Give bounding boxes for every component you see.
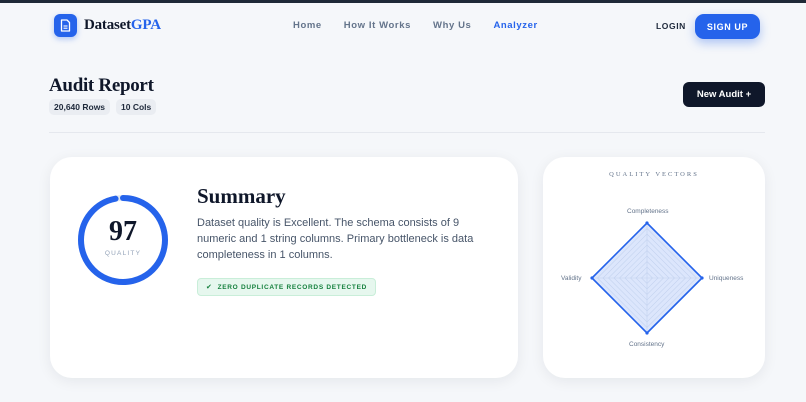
nav-link-how-it-works[interactable]: How It Works: [344, 20, 411, 31]
top-nav: DatasetGPA Home How It Works Why Us Anal…: [0, 3, 806, 49]
radar-point-3: [590, 276, 594, 280]
cols-chip: 10 Cols: [116, 99, 157, 115]
nav-links: Home How It Works Why Us Analyzer: [293, 20, 560, 31]
quality-label: QUALITY: [104, 250, 142, 257]
brand-name: DatasetGPA: [84, 17, 161, 34]
axis-label-uniqueness: Uniqueness: [709, 275, 744, 282]
brand[interactable]: DatasetGPA: [54, 14, 161, 37]
signup-button[interactable]: SIGN UP: [695, 14, 760, 39]
document-icon: [54, 14, 77, 37]
radar-value-area: [591, 222, 703, 334]
dataset-stats: 20,640 Rows 10 Cols: [49, 99, 162, 115]
check-icon: ✔: [206, 284, 213, 291]
login-link[interactable]: LOGIN: [656, 21, 686, 31]
axis-label-completeness: Completeness: [627, 208, 669, 215]
quality-score: 97: [109, 216, 137, 247]
axis-label-consistency: Consistency: [629, 341, 665, 348]
page-title: Audit Report: [49, 75, 154, 96]
radar-point-2: [645, 331, 649, 335]
nav-link-home[interactable]: Home: [293, 20, 322, 31]
quality-vectors-card: QUALITY VECTORS Completeness Uniqueness …: [543, 157, 765, 378]
radar-point-1: [700, 276, 704, 280]
brand-accent: GPA: [130, 17, 161, 33]
radar-point-0: [645, 221, 649, 225]
brand-prefix: Dataset: [84, 17, 131, 33]
rows-chip: 20,640 Rows: [49, 99, 111, 115]
summary-card: 97 QUALITY Summary Dataset quality is Ex…: [50, 157, 518, 378]
duplicate-badge: ✔ ZERO DUPLICATE RECORDS DETECTED: [197, 278, 376, 296]
axis-label-validity: Validity: [561, 275, 582, 282]
new-audit-button[interactable]: New Audit +: [683, 82, 765, 107]
divider: [49, 132, 765, 133]
nav-link-why-us[interactable]: Why Us: [433, 20, 471, 31]
nav-link-analyzer[interactable]: Analyzer: [493, 20, 537, 31]
summary-text: Dataset quality is Excellent. The schema…: [197, 217, 474, 261]
summary-title: Summary: [197, 184, 286, 208]
duplicate-badge-text: ZERO DUPLICATE RECORDS DETECTED: [217, 283, 367, 291]
